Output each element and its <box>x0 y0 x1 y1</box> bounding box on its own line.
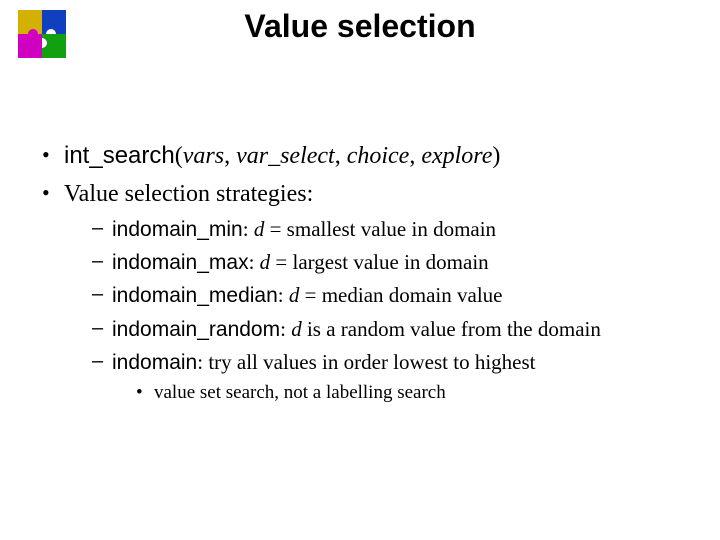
sep: : <box>243 217 254 241</box>
slide-body: int_search(vars, var_select, choice, exp… <box>38 140 690 411</box>
desc: = largest value in domain <box>270 250 489 274</box>
sub-item-indomain-random: indomain_random: d is a random value fro… <box>90 315 690 344</box>
desc: try all values in order lowest to highes… <box>208 350 535 374</box>
arg-var-select: var_select <box>236 143 335 169</box>
arg-choice: choice <box>347 143 410 169</box>
sep: : <box>249 250 260 274</box>
desc: is a random value from the domain <box>302 317 601 341</box>
desc: = smallest value in domain <box>264 217 496 241</box>
code-name: indomain <box>112 351 197 374</box>
sep: : <box>197 350 208 374</box>
paren-close: ) <box>492 143 500 169</box>
code-name: indomain_median <box>112 284 278 307</box>
d-var: d <box>289 283 300 307</box>
sep: , <box>224 143 236 169</box>
slide: Value selection int_search(vars, var_sel… <box>0 0 720 540</box>
sub-item-indomain: indomain: try all values in order lowest… <box>90 348 690 405</box>
d-var: d <box>260 250 271 274</box>
desc: = median domain value <box>299 283 502 307</box>
code-name: indomain_random <box>112 318 280 341</box>
sep: , <box>335 143 347 169</box>
strategies-label: Value selection strategies: <box>64 181 313 207</box>
sep: , <box>409 143 421 169</box>
d-var: d <box>291 317 302 341</box>
slide-title: Value selection <box>0 8 720 45</box>
bullet-strategies: Value selection strategies: indomain_min… <box>38 178 690 405</box>
code-int-search: int_search <box>64 142 175 169</box>
bullet-int-search: int_search(vars, var_select, choice, exp… <box>38 140 690 172</box>
sub-item-indomain-median: indomain_median: d = median domain value <box>90 281 690 310</box>
code-name: indomain_min <box>112 218 243 241</box>
sep: : <box>280 317 291 341</box>
d-var: d <box>254 217 265 241</box>
sub-item-indomain-min: indomain_min: d = smallest value in doma… <box>90 215 690 244</box>
paren-open: ( <box>175 143 183 169</box>
arg-vars: vars <box>183 143 224 169</box>
arg-explore: explore <box>421 143 492 169</box>
subsub-text: value set search, not a labelling search <box>154 382 446 403</box>
sep: : <box>278 283 289 307</box>
code-name: indomain_max <box>112 251 249 274</box>
sub-item-indomain-max: indomain_max: d = largest value in domai… <box>90 248 690 277</box>
subsub-item-value-set: value set search, not a labelling search <box>134 380 690 406</box>
